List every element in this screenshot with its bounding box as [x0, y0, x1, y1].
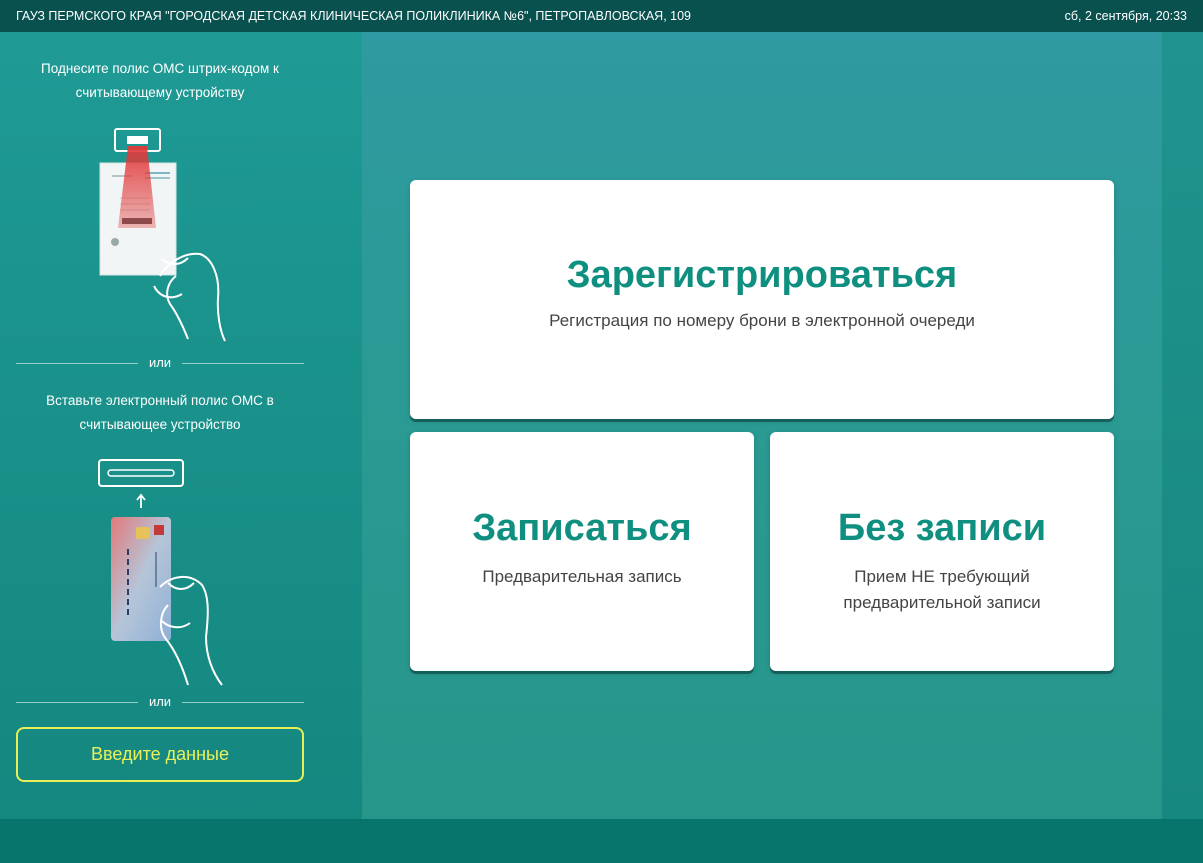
book-subtitle: Предварительная запись: [482, 567, 682, 586]
register-subtitle: Регистрация по номеру брони в электронно…: [549, 311, 975, 330]
barcode-scan-illustration: [99, 128, 226, 342]
bottom-bar: [0, 819, 1203, 863]
enter-data-button[interactable]: Введите данные: [16, 727, 304, 782]
or-divider: или: [16, 695, 304, 709]
organization-name: ГАУЗ ПЕРМСКОГО КРАЯ "ГОРОДСКАЯ ДЕТСКАЯ К…: [16, 9, 691, 23]
policy-input-panel: Поднесите полис ОМС штрих-кодом к считыв…: [0, 32, 362, 819]
main-menu: Зарегистрироваться Регистрация по номеру…: [362, 32, 1162, 819]
card-insert-illustration: [98, 459, 223, 686]
top-bar: ГАУЗ ПЕРМСКОГО КРАЯ "ГОРОДСКАЯ ДЕТСКАЯ К…: [0, 0, 1203, 32]
walk-in-button[interactable]: Без записи Прием НЕ требующий предварите…: [770, 432, 1114, 671]
scan-instruction: Поднесите полис ОМС штрих-кодом к считыв…: [41, 61, 279, 100]
register-button[interactable]: Зарегистрироваться Регистрация по номеру…: [410, 180, 1114, 419]
walkin-title: Без записи: [837, 507, 1047, 549]
register-title: Зарегистрироваться: [566, 254, 958, 296]
book-title: Записаться: [472, 507, 692, 549]
or-divider: или: [16, 356, 304, 370]
right-edge: [1162, 32, 1203, 819]
walkin-subtitle: Прием НЕ требующий предварительной запис…: [843, 567, 1041, 612]
book-appointment-button[interactable]: Записаться Предварительная запись: [410, 432, 754, 671]
insert-instruction: Вставьте электронный полис ОМС в считыва…: [46, 393, 274, 432]
date-time: сб, 2 сентября, 20:33: [1064, 9, 1187, 23]
